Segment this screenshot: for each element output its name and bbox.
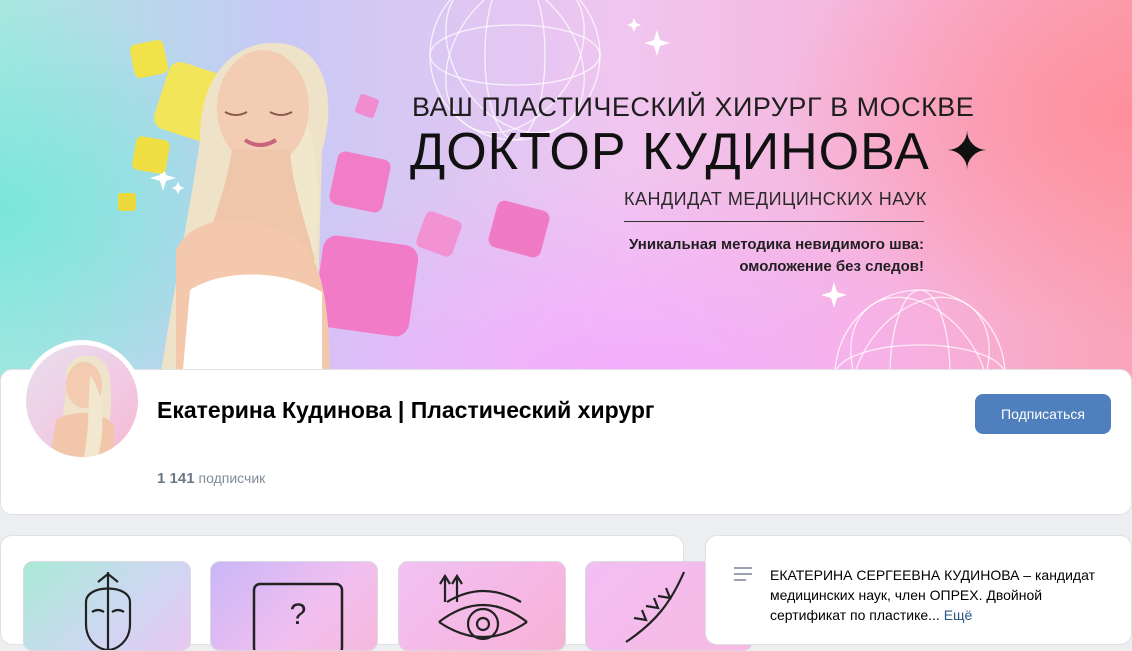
face-mask-icon <box>84 572 132 650</box>
page-title: Екатерина Кудинова | Пластический хирург <box>157 397 655 423</box>
service-tile[interactable] <box>23 561 191 651</box>
about-text-body: ЕКАТЕРИНА СЕРГЕЕВНА КУДИНОВА – кандидат … <box>770 567 1095 623</box>
cover-artwork <box>118 0 1006 380</box>
svg-text:?: ? <box>290 598 307 631</box>
cover-degree: КАНДИДАТ МЕДИЦИНСКИХ НАУК <box>624 189 927 209</box>
cover-tagline-line1: Уникальная методика невидимого шва: <box>629 236 924 253</box>
cover-divider <box>624 221 924 222</box>
avatar[interactable] <box>26 345 138 457</box>
question-box-icon: ? <box>252 582 344 650</box>
subscriber-count-label: подписчик <box>198 470 266 486</box>
cover-banner: ВАШ ПЛАСТИЧЕСКИЙ ХИРУРГ В МОСКВЕ ДОКТОР … <box>0 0 1132 380</box>
cover-title-text: ДОКТОР КУДИНОВА <box>410 123 930 181</box>
subscriber-count-value: 1 141 <box>157 470 195 487</box>
cover-title: ДОКТОР КУДИНОВА ✦ <box>410 122 990 182</box>
sparkle-icon: ✦ <box>929 123 990 181</box>
service-tile[interactable] <box>398 561 566 651</box>
subscribe-button[interactable]: Подписаться <box>975 394 1111 434</box>
eye-lift-icon <box>438 573 528 641</box>
description-icon <box>734 567 752 581</box>
profile-card <box>0 369 1132 515</box>
cover-tagline-line2: омоложение без следов! <box>739 258 924 275</box>
subscriber-count[interactable]: 1 141 подписчик <box>157 470 265 487</box>
service-tile[interactable]: ? <box>210 561 378 651</box>
about-text: ЕКАТЕРИНА СЕРГЕЕВНА КУДИНОВА – кандидат … <box>770 565 1110 625</box>
wireframe-sphere <box>834 289 1006 380</box>
show-more-link[interactable]: Ещё <box>944 607 973 623</box>
cover-tagline: Уникальная методика невидимого шва: омол… <box>629 234 924 278</box>
cover-subtitle: ВАШ ПЛАСТИЧЕСКИЙ ХИРУРГ В МОСКВЕ <box>412 92 975 122</box>
avatar-image <box>50 355 114 457</box>
